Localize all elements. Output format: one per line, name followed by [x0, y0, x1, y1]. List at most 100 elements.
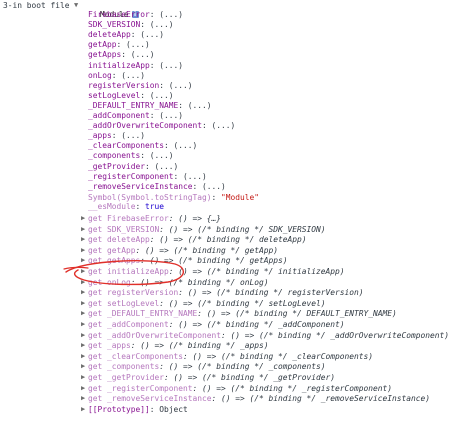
collapsed-triangle-icon[interactable]: ▶: [81, 235, 85, 244]
getter-function-value[interactable]: : () => (/* binding */ _getProvider): [164, 373, 335, 382]
property-value[interactable]: : (...): [121, 50, 154, 59]
getter-name: _getProvider: [107, 373, 165, 382]
getter-function-value[interactable]: : () => (/* binding */ _apps): [131, 341, 269, 350]
getter-name: SDK_VERSION: [107, 224, 160, 234]
getter-function-value[interactable]: : () => {…}: [169, 214, 221, 223]
getter-prefix: get: [88, 362, 108, 372]
getter-name: _DEFAULT_ENTRY_NAME: [107, 309, 198, 319]
property-key: registerVersion: [88, 80, 160, 90]
property-value[interactable]: : (...): [150, 111, 183, 120]
property-key: _addOrOverwriteComponent: [88, 121, 203, 131]
collapsed-triangle-icon[interactable]: ▶: [81, 331, 85, 340]
getter-prefix: get: [88, 214, 108, 223]
property-value[interactable]: : (...): [112, 71, 145, 80]
collapsed-triangle-icon[interactable]: ▶: [81, 309, 85, 318]
getter-function-value[interactable]: : () => (/* binding */ _registerComponen…: [193, 384, 393, 393]
property-value[interactable]: : (...): [117, 40, 150, 49]
property-key: getApp: [88, 40, 117, 50]
getter-prefix: get: [88, 288, 108, 298]
property-value[interactable]: : (...): [164, 141, 197, 150]
getter-prefix: get: [88, 383, 108, 393]
collapsed-triangle-icon[interactable]: ▶: [81, 341, 85, 350]
getter-function-value[interactable]: : () => (/* binding */ _components): [159, 362, 325, 371]
collapsed-triangle-icon[interactable]: ▶: [81, 299, 85, 308]
property-key: initializeApp: [88, 60, 150, 70]
getter-function-value[interactable]: : () => (/* binding */ SDK_VERSION): [159, 225, 325, 234]
getter-function-value[interactable]: : () => (/* binding */ getApp): [136, 246, 279, 255]
getter-prefix: get: [88, 224, 108, 234]
getter-function-value[interactable]: : () => (/* binding */ getApps): [140, 256, 287, 265]
getter-function-value[interactable]: : () => (/* binding */ registerVersion): [178, 288, 363, 297]
getter-name: getApps: [107, 256, 141, 266]
collapsed-triangle-icon[interactable]: ▶: [81, 278, 85, 287]
property-value[interactable]: : (...): [178, 101, 211, 110]
collapsed-triangle-icon[interactable]: ▶: [81, 256, 85, 265]
getter-function-value[interactable]: : () => (/* binding */ onLog): [131, 278, 269, 287]
getter-prefix: get: [88, 320, 108, 329]
property-key: _clearComponents: [88, 141, 165, 151]
getter-function-value[interactable]: : () => (/* binding */ initializeApp): [169, 267, 345, 276]
getter-name: onLog: [107, 277, 131, 287]
getter-function-value[interactable]: : () => (/* binding */ _addOrOverwriteCo…: [221, 331, 449, 340]
collapsed-triangle-icon[interactable]: ▶: [81, 320, 85, 329]
property-value[interactable]: : (...): [150, 10, 183, 19]
getter-prefix: get: [88, 256, 108, 266]
getter-function-value[interactable]: : () => (/* binding */ deleteApp): [150, 235, 307, 244]
getter-function-value[interactable]: : () => (/* binding */ _addComponent): [169, 320, 345, 329]
collapsed-triangle-icon[interactable]: ▶: [81, 225, 85, 234]
getter-function-value[interactable]: : () => (/* binding */ _clearComponents): [183, 352, 373, 361]
getter-name: registerVersion: [107, 288, 179, 298]
collapsed-triangle-icon[interactable]: ▶: [81, 267, 85, 276]
property-value[interactable]: : (...): [145, 162, 178, 171]
getter-function-value[interactable]: : () => (/* binding */ setLogLevel): [159, 299, 325, 308]
property-value[interactable]: : (...): [140, 151, 173, 160]
getter-name: _addOrOverwriteComponent: [107, 330, 222, 340]
getter-name: _components: [107, 362, 160, 372]
console-header-line: 3-in boot file ▼ Module i: [0, 1, 139, 19]
getter-prefix: get: [88, 341, 108, 351]
property-value[interactable]: : (...): [159, 81, 192, 90]
getter-prefix: get: [88, 394, 108, 404]
boolean-value: true: [145, 202, 165, 211]
getter-name: _clearComponents: [107, 351, 184, 361]
collapsed-triangle-icon[interactable]: ▶: [81, 362, 85, 371]
property-value[interactable]: : (...): [131, 30, 164, 39]
property-value[interactable]: : (...): [150, 61, 183, 70]
getter-function-value[interactable]: : () => (/* binding */ _removeServiceIns…: [212, 394, 431, 403]
symbol-tostringtag-row[interactable]: Symbol(Symbol.toStringTag): "Module": [0, 193, 259, 202]
property-key: _components: [88, 151, 141, 161]
property-key: _getProvider: [88, 161, 146, 171]
getter-name: _addComponent: [107, 320, 169, 329]
property-value[interactable]: : (...): [112, 131, 145, 140]
getter-prefix: get: [88, 235, 108, 245]
collapsed-triangle-icon[interactable]: ▶: [81, 394, 85, 403]
property-key: _removeServiceInstance: [88, 181, 193, 191]
getter-name: deleteApp: [107, 235, 150, 245]
getter-prefix: get: [88, 351, 108, 361]
getter-name: _removeServiceInstance: [107, 394, 212, 404]
property-key: __esModule: [88, 202, 136, 211]
property-value[interactable]: : (...): [202, 121, 235, 130]
getter-prefix: get: [88, 298, 108, 308]
getter-function-value[interactable]: : () => (/* binding */ DEFAULT_ENTRY_NAM…: [197, 309, 397, 318]
property-value[interactable]: : (...): [140, 20, 173, 29]
expanded-triangle-icon[interactable]: ▼: [74, 1, 78, 10]
collapsed-triangle-icon[interactable]: ▶: [81, 373, 85, 382]
getter-prefix: get: [88, 309, 108, 319]
property-key: setLogLevel: [88, 90, 141, 100]
esmodule-row[interactable]: __esModule: true: [0, 202, 164, 211]
collapsed-triangle-icon[interactable]: ▶: [81, 246, 85, 255]
collapsed-triangle-icon[interactable]: ▶: [81, 214, 85, 223]
property-key: SDK_VERSION: [88, 20, 141, 30]
getter-prefix: get: [88, 267, 108, 276]
property-key: Symbol(Symbol.toStringTag): [88, 193, 212, 202]
property-key: _apps: [88, 131, 112, 141]
property-value[interactable]: : (...): [174, 172, 207, 181]
collapsed-triangle-icon[interactable]: ▶: [81, 288, 85, 297]
property-value[interactable]: : (...): [193, 182, 226, 191]
getter-prefix: get: [88, 330, 108, 340]
collapsed-triangle-icon[interactable]: ▶: [81, 352, 85, 361]
collapsed-triangle-icon[interactable]: ▶: [81, 384, 85, 393]
getter-name: initializeApp: [107, 267, 169, 276]
property-value[interactable]: : (...): [140, 91, 173, 100]
